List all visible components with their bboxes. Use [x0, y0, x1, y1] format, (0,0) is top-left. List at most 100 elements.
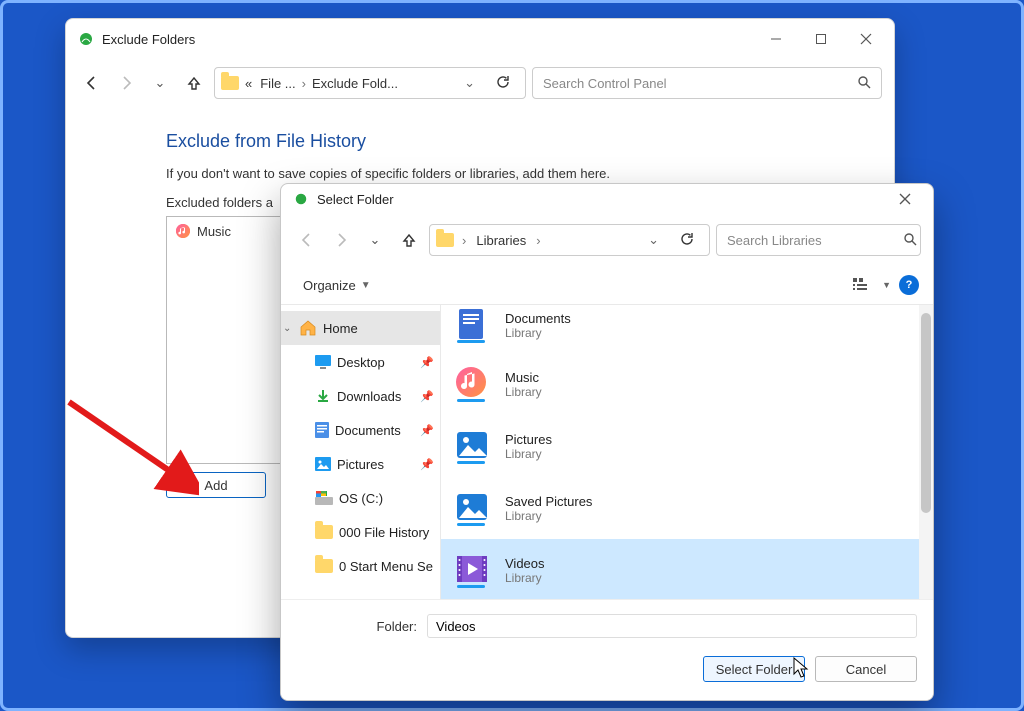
view-mode-dropdown[interactable]: ▼ — [882, 280, 891, 290]
nav-forward-button[interactable] — [327, 226, 355, 254]
tree-label: Home — [323, 321, 358, 336]
pin-icon: 📌 — [420, 356, 434, 369]
nav-recent-dropdown[interactable]: ⌄ — [361, 226, 389, 254]
desktop-icon — [315, 355, 331, 369]
library-item-pictures[interactable]: Pictures Library — [441, 415, 933, 477]
tree-label: Pictures — [337, 457, 384, 472]
panel-description: If you don't want to save copies of spec… — [166, 166, 894, 181]
window-title: Exclude Folders — [102, 32, 753, 47]
tree-item-home[interactable]: ⌄ Home — [281, 311, 440, 345]
dialog-title: Select Folder — [317, 192, 882, 207]
organize-menu[interactable]: Organize ▼ — [295, 274, 379, 297]
navigation-toolbar: ⌄ « File ... › Exclude Fold... ⌄ — [66, 59, 894, 107]
dialog-navbar: ⌄ › Libraries › ⌄ — [281, 214, 933, 266]
library-item-saved-pictures[interactable]: Saved Pictures Library — [441, 477, 933, 539]
tree-label: Downloads — [337, 389, 401, 404]
pictures-library-icon — [453, 488, 493, 528]
chevron-right-icon: › — [536, 233, 540, 248]
address-bar[interactable]: « File ... › Exclude Fold... ⌄ — [214, 67, 526, 99]
library-kind: Library — [505, 385, 542, 399]
search-box[interactable] — [532, 67, 882, 99]
dialog-titlebar: Select Folder — [281, 184, 933, 214]
documents-library-icon — [453, 305, 493, 345]
select-folder-button[interactable]: Select Folder — [703, 656, 805, 682]
nav-up-button[interactable] — [180, 69, 208, 97]
nav-up-button[interactable] — [395, 226, 423, 254]
nav-recent-dropdown[interactable]: ⌄ — [146, 69, 174, 97]
refresh-button[interactable] — [487, 74, 519, 93]
help-button[interactable]: ? — [899, 275, 919, 295]
add-button[interactable]: Add — [166, 472, 266, 498]
library-name: Saved Pictures — [505, 494, 592, 509]
minimize-button[interactable] — [753, 24, 798, 54]
view-mode-button[interactable] — [850, 273, 874, 297]
refresh-button[interactable] — [671, 231, 703, 250]
dialog-footer: Folder: Select Folder Cancel — [281, 599, 933, 700]
tree-label: Documents — [335, 423, 401, 438]
document-icon — [315, 422, 329, 438]
pictures-library-icon — [453, 426, 493, 466]
drive-icon — [315, 491, 333, 505]
breadcrumb-segment[interactable]: File ... — [258, 76, 297, 91]
scrollbar-thumb[interactable] — [921, 313, 931, 513]
tree-item-pictures[interactable]: Pictures 📌 — [281, 447, 440, 481]
dialog-search-box[interactable] — [716, 224, 921, 256]
chevron-right-icon: › — [302, 76, 306, 91]
dialog-body: ⌄ Home Desktop 📌 Downloads 📌 Documents 📌 — [281, 304, 933, 599]
address-dropdown[interactable]: ⌄ — [640, 232, 667, 248]
breadcrumb-segment[interactable]: Libraries — [474, 233, 528, 248]
folder-icon — [315, 559, 333, 573]
cancel-button[interactable]: Cancel — [815, 656, 917, 682]
pin-icon: 📌 — [420, 458, 434, 471]
library-name: Documents — [505, 311, 571, 326]
library-name: Pictures — [505, 432, 552, 447]
library-item-videos[interactable]: Videos Library — [441, 539, 933, 599]
search-icon — [857, 75, 871, 92]
nav-tree[interactable]: ⌄ Home Desktop 📌 Downloads 📌 Documents 📌 — [281, 305, 441, 599]
folder-icon — [221, 76, 239, 90]
tree-item-documents[interactable]: Documents 📌 — [281, 413, 440, 447]
library-item-documents[interactable]: Documents Library — [441, 305, 933, 353]
app-icon — [293, 191, 309, 207]
library-kind: Library — [505, 571, 545, 585]
music-library-icon — [175, 223, 191, 239]
library-name: Music — [505, 370, 542, 385]
tree-label: 0 Start Menu Se — [339, 559, 433, 574]
folder-icon — [315, 525, 333, 539]
tree-label: OS (C:) — [339, 491, 383, 506]
home-icon — [299, 319, 317, 337]
address-dropdown[interactable]: ⌄ — [456, 75, 483, 91]
library-kind: Library — [505, 326, 571, 340]
maximize-button[interactable] — [798, 24, 843, 54]
tree-item-folder[interactable]: 000 File History — [281, 515, 440, 549]
organize-label: Organize — [303, 278, 356, 293]
app-icon — [78, 31, 94, 47]
pin-icon: 📌 — [420, 390, 434, 403]
dialog-search-input[interactable] — [727, 233, 903, 248]
chevron-down-icon: ▼ — [361, 280, 371, 291]
select-folder-dialog: Select Folder ⌄ › Libraries › ⌄ — [280, 183, 934, 701]
close-button[interactable] — [843, 24, 888, 54]
panel-heading: Exclude from File History — [166, 131, 894, 152]
library-item-music[interactable]: Music Library — [441, 353, 933, 415]
breadcrumb-overflow[interactable]: « — [243, 76, 254, 91]
scrollbar[interactable] — [919, 305, 933, 599]
chevron-down-icon: ⌄ — [283, 323, 291, 334]
music-library-icon — [453, 364, 493, 404]
list-item-label: Music — [197, 224, 231, 239]
nav-back-button[interactable] — [293, 226, 321, 254]
folder-name-input[interactable] — [427, 614, 917, 638]
nav-back-button[interactable] — [78, 69, 106, 97]
dialog-address-bar[interactable]: › Libraries › ⌄ — [429, 224, 710, 256]
search-input[interactable] — [543, 76, 857, 91]
folder-icon — [436, 233, 454, 247]
dialog-close-button[interactable] — [882, 184, 927, 214]
pin-icon: 📌 — [420, 424, 434, 437]
tree-item-drive-c[interactable]: OS (C:) — [281, 481, 440, 515]
tree-item-folder[interactable]: 0 Start Menu Se — [281, 549, 440, 583]
breadcrumb-segment[interactable]: Exclude Fold... — [310, 76, 400, 91]
nav-forward-button[interactable] — [112, 69, 140, 97]
tree-item-desktop[interactable]: Desktop 📌 — [281, 345, 440, 379]
library-list[interactable]: Documents Library Music Library Pictur — [441, 305, 933, 599]
tree-item-downloads[interactable]: Downloads 📌 — [281, 379, 440, 413]
